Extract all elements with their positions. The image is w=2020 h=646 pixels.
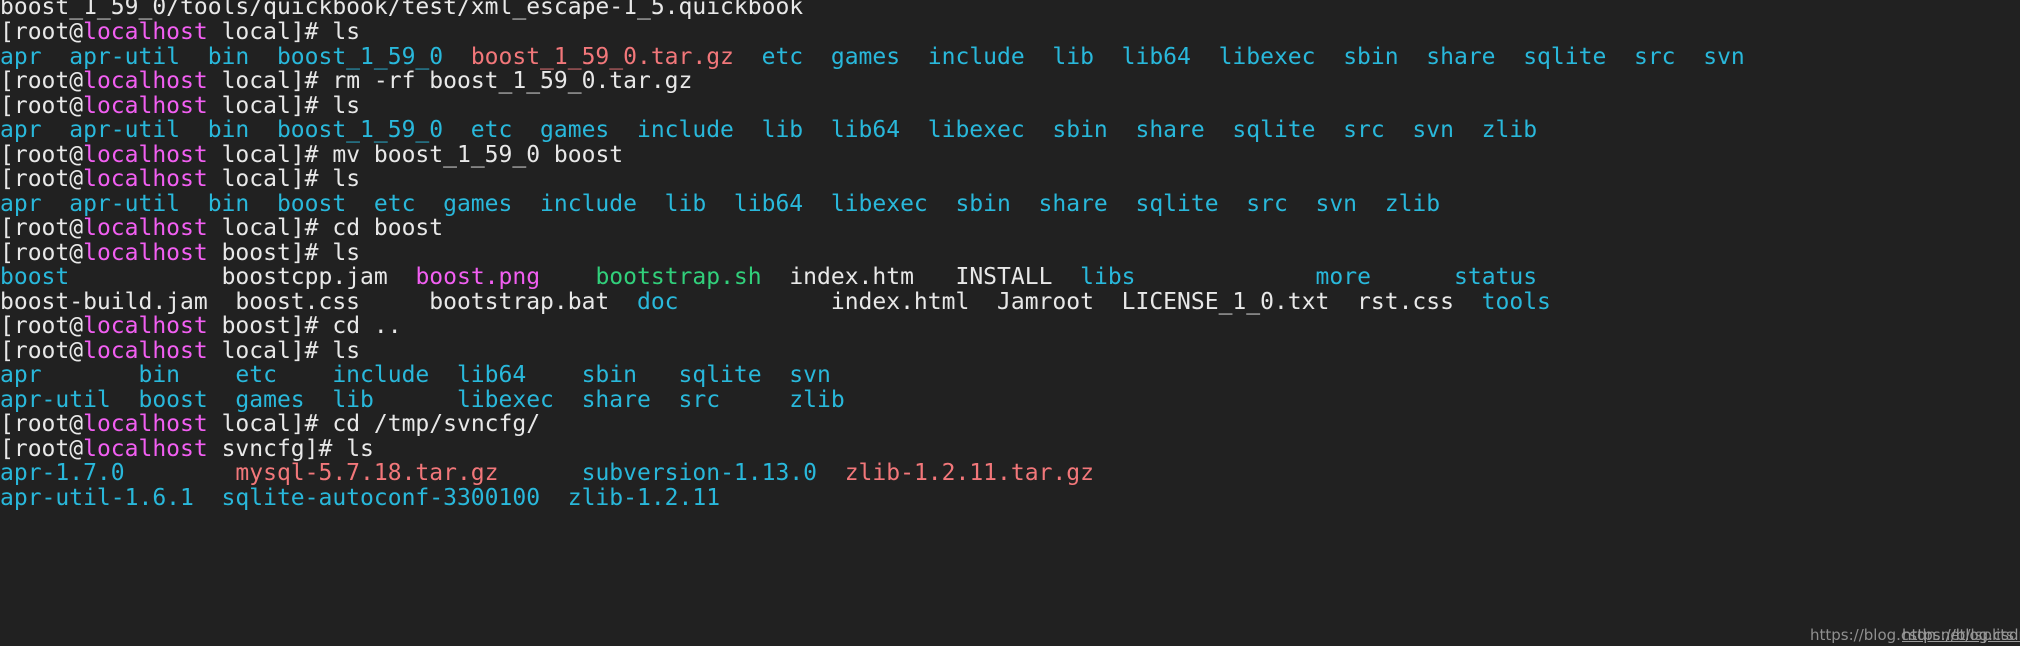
ls-output-boost-row2: boost-build.jam boost.css bootstrap.bat …: [0, 288, 2020, 315]
prompt-cd-svncfg-seg-1: localhost: [83, 411, 208, 437]
prompt-ls-4-seg-1: localhost: [83, 337, 208, 364]
ls-output-local-3-seg-0: apr apr-util bin boost etc games include…: [0, 190, 1441, 217]
prompt-cd-up-seg-0: [root@: [0, 313, 84, 339]
prompt-rm-seg-2: local]# rm -rf boost_1_59_0.tar.gz: [207, 68, 693, 94]
prompt-ls-4: [root@localhost local]# ls: [0, 337, 2020, 364]
ls-output-local-4-row2-seg-0: apr-util boost games lib libexec share s…: [0, 386, 845, 413]
ls-output-local-1-seg-0: apr apr-util bin boost_1_59_0: [0, 43, 471, 70]
prompt-ls-1-seg-0: [root@: [0, 19, 84, 45]
prompt-ls-1: [root@localhost local]# ls: [0, 20, 2020, 45]
ls-output-boost-row1-seg-8: more: [1315, 264, 1371, 290]
prompt-ls-2-seg-0: [root@: [0, 92, 84, 119]
ls-output-local-1-seg-2: etc games include lib lib64 libexec sbin…: [733, 43, 1745, 70]
ls-output-svncfg-row1: apr-1.7.0 mysql-5.7.18.tar.gz subversion…: [0, 461, 2020, 486]
prompt-rm-seg-1: localhost: [83, 68, 208, 94]
ls-output-svncfg-row1-seg-2: subversion-1.13.0: [581, 460, 845, 486]
ls-output-local-1-seg-1: boost_1_59_0.tar.gz: [470, 43, 734, 70]
prompt-ls-3: [root@localhost local]# ls: [0, 167, 2020, 192]
prompt-ls-boost-seg-0: [root@: [0, 239, 84, 266]
prompt-rm-seg-0: [root@: [0, 68, 84, 94]
prompt-ls-1-seg-1: localhost: [83, 19, 208, 45]
ls-output-boost-row1-seg-2: boost.png: [415, 264, 541, 290]
ls-output-boost-row2-seg-0: boost-build.jam boost.css bootstrap.bat: [0, 288, 637, 315]
prompt-cd-up-seg-1: localhost: [83, 313, 208, 339]
ls-output-boost-row2-seg-2: index.html Jamroot LICENSE_1_0.txt rst.c…: [678, 288, 1482, 315]
ls-output-boost-row1-seg-9: [1371, 264, 1454, 290]
ls-output-boost-row2-seg-1: doc: [636, 288, 679, 315]
scrollback-partial-path-seg-0: boost_1_59_0/tools/quickbook/test/xml_es…: [0, 0, 804, 20]
ls-output-boost-row1-seg-3: [540, 264, 595, 290]
ls-output-svncfg-row1-seg-3: zlib-1.2.11.tar.gz: [844, 460, 1094, 486]
prompt-mv-seg-1: localhost: [83, 141, 208, 168]
prompt-ls-svncfg-seg-1: localhost: [83, 435, 208, 462]
prompt-ls-4-seg-2: local]# ls: [207, 337, 361, 364]
prompt-ls-3-seg-1: localhost: [83, 166, 208, 192]
ls-output-svncfg-row1-seg-0: apr-1.7.0: [0, 460, 236, 486]
prompt-cd-boost-seg-2: local]# cd boost: [207, 215, 444, 241]
ls-output-local-3: apr apr-util bin boost etc games include…: [0, 190, 2020, 217]
ls-output-svncfg-row1-seg-1: mysql-5.7.18.tar.gz: [235, 460, 582, 486]
prompt-mv-seg-2: local]# mv boost_1_59_0 boost: [207, 141, 624, 168]
prompt-cd-svncfg-seg-2: local]# cd /tmp/svncfg/: [207, 411, 541, 437]
terminal-window[interactable]: boost_1_59_0/tools/quickbook/test/xml_es…: [0, 0, 2020, 646]
prompt-cd-boost: [root@localhost local]# cd boost: [0, 216, 2020, 241]
ls-output-boost-row1-seg-10: status: [1454, 264, 1538, 290]
prompt-cd-boost-seg-0: [root@: [0, 215, 84, 241]
prompt-ls-2: [root@localhost local]# ls: [0, 92, 2020, 119]
prompt-ls-boost-seg-2: boost]# ls: [207, 239, 361, 266]
ls-output-local-2: apr apr-util bin boost_1_59_0 etc games …: [0, 118, 2020, 143]
prompt-rm: [root@localhost local]# rm -rf boost_1_5…: [0, 69, 2020, 94]
prompt-cd-svncfg: [root@localhost local]# cd /tmp/svncfg/: [0, 412, 2020, 437]
prompt-mv: [root@localhost local]# mv boost_1_59_0 …: [0, 141, 2020, 168]
ls-output-svncfg-row2: apr-util-1.6.1 sqlite-autoconf-3300100 z…: [0, 484, 2020, 511]
prompt-ls-4-seg-0: [root@: [0, 337, 84, 364]
prompt-ls-boost: [root@localhost boost]# ls: [0, 239, 2020, 266]
ls-output-local-4-row1: apr bin etc include lib64 sbin sqlite sv…: [0, 363, 2020, 388]
prompt-cd-up-seg-2: boost]# cd ..: [207, 313, 402, 339]
scrollback-partial-path: boost_1_59_0/tools/quickbook/test/xml_es…: [0, 0, 2020, 20]
prompt-ls-2-seg-1: localhost: [83, 92, 208, 119]
ls-output-local-2-seg-0: apr apr-util bin boost_1_59_0 etc games …: [0, 117, 1538, 143]
ls-output-local-4-row2: apr-util boost games lib libexec share s…: [0, 386, 2020, 413]
ls-output-local-1: apr apr-util bin boost_1_59_0 boost_1_59…: [0, 43, 2020, 70]
prompt-ls-svncfg: [root@localhost svncfg]# ls: [0, 435, 2020, 462]
prompt-cd-svncfg-seg-0: [root@: [0, 411, 84, 437]
ls-output-svncfg-row2-seg-0: apr-util-1.6.1 sqlite-autoconf-3300100 z…: [0, 484, 721, 511]
ls-output-boost-row1-seg-0: boost: [0, 264, 70, 290]
prompt-ls-1-seg-2: local]# ls: [207, 19, 361, 45]
prompt-cd-boost-seg-1: localhost: [83, 215, 208, 241]
ls-output-boost-row1-seg-4: bootstrap.sh: [595, 264, 762, 290]
ls-output-boost-row1-seg-1: boostcpp.jam: [69, 264, 416, 290]
prompt-ls-boost-seg-1: localhost: [83, 239, 208, 266]
prompt-cd-up: [root@localhost boost]# cd ..: [0, 314, 2020, 339]
ls-output-local-4-row1-seg-0: apr bin etc include lib64 sbin sqlite sv…: [0, 362, 831, 388]
ls-output-boost-row1-seg-5: index.htm INSTALL: [761, 264, 1081, 290]
ls-output-boost-row1-seg-6: libs: [1080, 264, 1136, 290]
ls-output-boost-row1: boost boostcpp.jam boost.png bootstrap.s…: [0, 265, 2020, 290]
ls-output-boost-row2-seg-3: tools: [1481, 288, 1551, 315]
ls-output-boost-row1-seg-7: [1136, 264, 1316, 290]
prompt-ls-3-seg-0: [root@: [0, 166, 84, 192]
prompt-ls-3-seg-2: local]# ls: [207, 166, 361, 192]
prompt-ls-svncfg-seg-0: [root@: [0, 435, 84, 462]
prompt-mv-seg-0: [root@: [0, 141, 84, 168]
prompt-ls-2-seg-2: local]# ls: [207, 92, 361, 119]
prompt-ls-svncfg-seg-2: svncfg]# ls: [207, 435, 374, 462]
